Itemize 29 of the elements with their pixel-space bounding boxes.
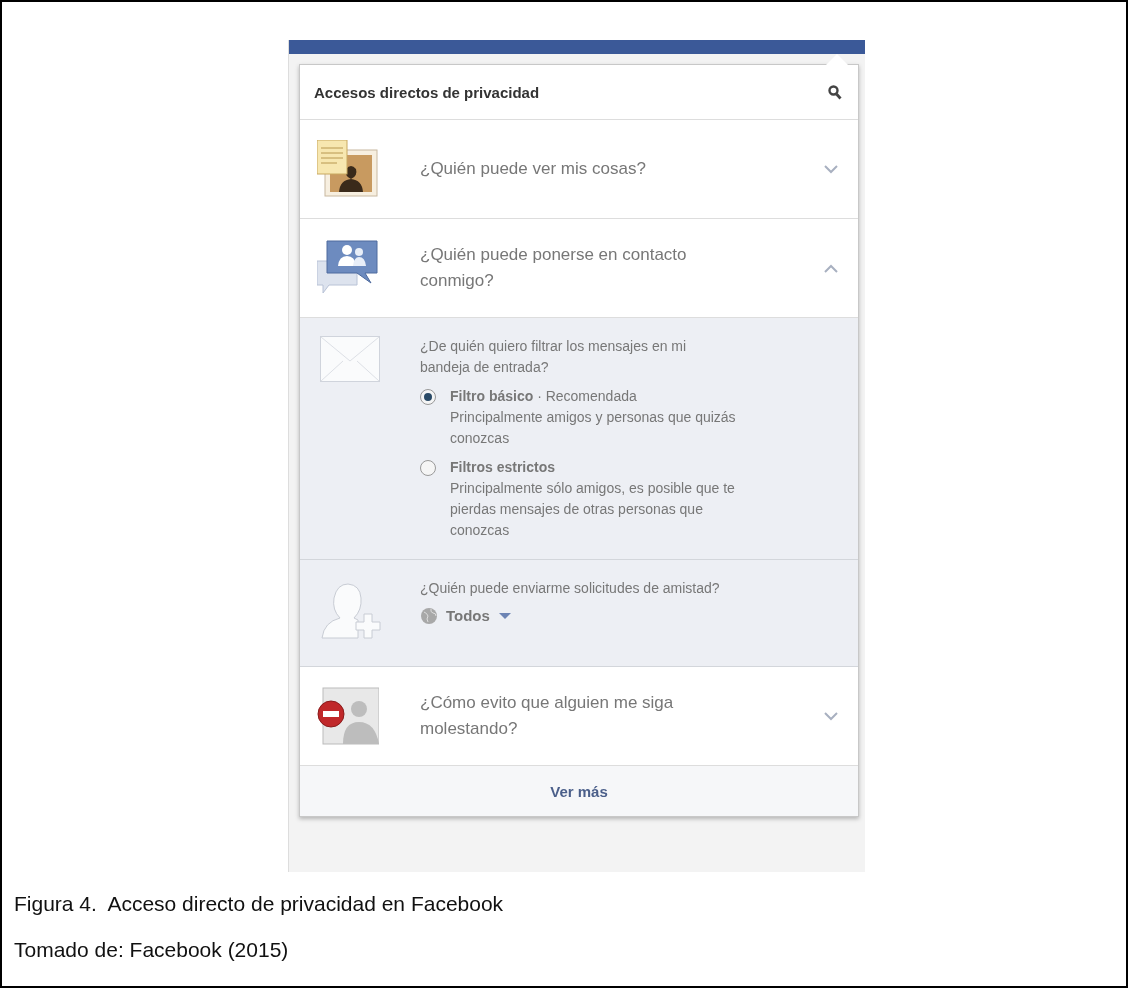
shortcut-row[interactable]: ¿Quién puede ver mis cosas? (300, 120, 858, 219)
question-text: ¿Quién puede ponerse en contacto conmigo? (420, 244, 688, 292)
audience-dropdown[interactable]: Todos (420, 605, 512, 626)
radio-button[interactable] (420, 460, 436, 476)
panel-title: Accesos directos de privacidad (314, 83, 540, 101)
caret-icon (497, 611, 512, 620)
shortcut-row[interactable]: ¿Quién puede ponerse en contacto conmigo? (300, 219, 858, 318)
chevron-down-icon[interactable] (824, 164, 838, 174)
question-text: ¿Quién puede ver mis cosas? (420, 158, 647, 180)
question-text: ¿De quién quiero filtrar los mensajes en mi bandeja de entrada? (420, 337, 688, 377)
option-description: Principalmente sólo amigos, es posible que te pierdas mensajes de otras personas que conozcas (450, 479, 736, 540)
search-icon[interactable] (828, 84, 842, 100)
envelope-icon (320, 336, 380, 382)
caption-text: Figura 4. Acceso directo de privacidad en Facebook (14, 892, 505, 916)
option-label[interactable]: Filtros estrictos (450, 459, 556, 475)
blocked-user-icon (317, 687, 379, 745)
option-note: · Recomendada (537, 388, 637, 404)
chevron-up-icon[interactable] (824, 263, 838, 273)
see-more-button[interactable]: Ver más (300, 766, 858, 816)
question-text: ¿Quién puede enviarme solicitudes de amistad? (420, 579, 721, 598)
option-label[interactable]: Filtro básico (450, 388, 534, 404)
question-text: ¿Cómo evito que alguien me siga molestando? (420, 692, 675, 740)
globe-icon (420, 606, 438, 625)
photo-notes-icon (317, 140, 379, 198)
chevron-down-icon[interactable] (824, 711, 838, 721)
option-description: Principalmente amigos y personas que quizás conozcas (450, 408, 737, 448)
shortcut-row[interactable]: ¿Cómo evito que alguien me siga molestando? (300, 667, 858, 766)
caption-text: Tomado de: Facebook (2015) (14, 938, 290, 962)
radio-button[interactable] (420, 389, 436, 405)
